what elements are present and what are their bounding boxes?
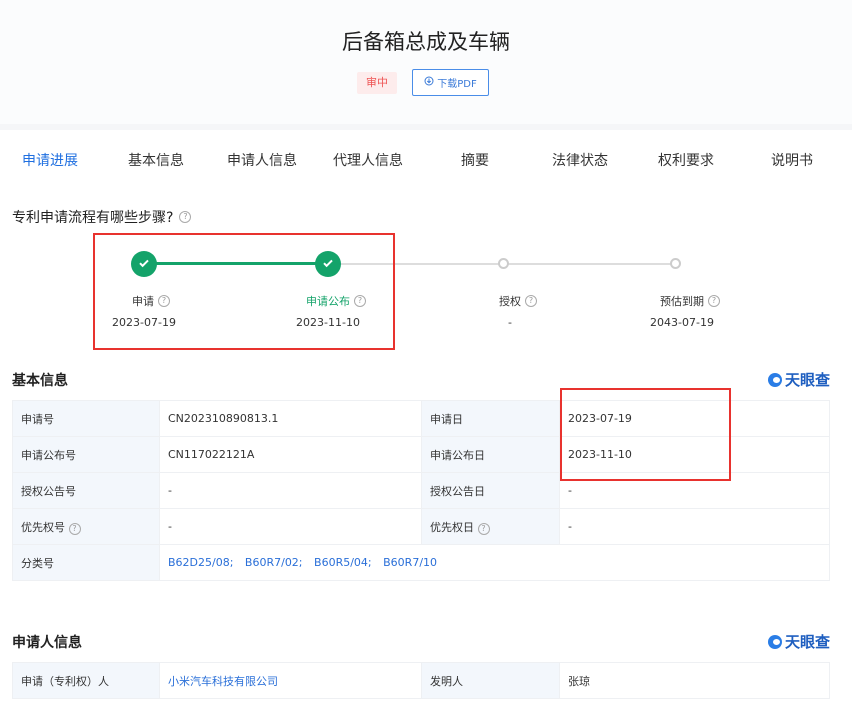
help-icon[interactable]: ? [477, 522, 490, 535]
step-label: 授权? [499, 293, 537, 309]
tab-agent-info[interactable]: 代理人信息 [333, 150, 403, 170]
tab-application-progress[interactable]: 申请进展 [22, 150, 78, 170]
main-panel: 申请进展 基本信息 申请人信息 代理人信息 摘要 法律状态 权利要求 说明书 专… [0, 130, 852, 706]
tianyancha-logo[interactable]: 天眼查 [767, 631, 830, 652]
tab-applicant-info[interactable]: 申请人信息 [227, 150, 297, 170]
field-label: 授权公告号 [12, 472, 160, 509]
field-label: 申请公布号 [12, 436, 160, 473]
tab-description[interactable]: 说明书 [771, 150, 813, 170]
step-date: - [508, 316, 512, 329]
field-label: 申请（专利权）人 [12, 662, 160, 699]
applicant-info-title: 申请人信息 [12, 635, 82, 651]
help-icon[interactable]: ? [708, 295, 720, 307]
header: 后备箱总成及车辆 审中 下载PDF [0, 0, 852, 124]
applicant-link[interactable]: 小米汽车科技有限公司 [159, 662, 422, 699]
step-date: 2043-07-19 [650, 316, 714, 329]
field-value: - [159, 472, 422, 509]
tab-bar: 申请进展 基本信息 申请人信息 代理人信息 摘要 法律状态 权利要求 说明书 [0, 130, 852, 188]
classification-link[interactable]: B60R7/02; [245, 556, 303, 569]
page-title: 后备箱总成及车辆 [342, 30, 510, 54]
progress-question: 专利申请流程有哪些步骤? ? [12, 207, 192, 227]
tab-legal-status[interactable]: 法律状态 [552, 150, 608, 170]
download-icon [424, 76, 434, 89]
field-label: 申请公布日 [421, 436, 560, 473]
step-label: 预估到期? [660, 293, 720, 309]
step-pending-marker [670, 258, 681, 269]
progress-question-text: 专利申请流程有哪些步骤? [12, 210, 174, 226]
field-value: 张琼 [559, 662, 830, 699]
table-row: 分类号 B62D25/08; B60R7/02; B60R5/04; B60R7… [12, 544, 830, 581]
field-value: CN202310890813.1 [159, 400, 422, 437]
table-row: 优先权号 ? - 优先权日 ? - [12, 508, 830, 545]
classification-list: B62D25/08; B60R7/02; B60R5/04; B60R7/10 [159, 544, 830, 581]
field-label: 分类号 [12, 544, 160, 581]
field-label: 优先权号 ? [12, 508, 160, 545]
field-value: CN117022121A [159, 436, 422, 473]
field-label: 发明人 [421, 662, 560, 699]
step-pending-marker [498, 258, 509, 269]
applicant-table: 申请（专利权）人 小米汽车科技有限公司 发明人 张琼 [12, 662, 830, 699]
tianyancha-icon [767, 372, 782, 387]
field-label: 申请号 [12, 400, 160, 437]
help-icon[interactable]: ? [68, 522, 81, 535]
tianyancha-logo[interactable]: 天眼查 [767, 369, 830, 390]
tab-claims[interactable]: 权利要求 [658, 150, 714, 170]
field-value: - [559, 508, 830, 545]
download-pdf-label: 下载PDF [437, 79, 477, 90]
field-label: 授权公告日 [421, 472, 560, 509]
download-pdf-button[interactable]: 下载PDF [412, 69, 489, 96]
field-value: - [159, 508, 422, 545]
tab-abstract[interactable]: 摘要 [461, 150, 489, 170]
tianyancha-icon [767, 634, 782, 649]
classification-link[interactable]: B62D25/08; [168, 556, 233, 569]
field-label: 申请日 [421, 400, 560, 437]
help-icon[interactable]: ? [179, 211, 192, 223]
tab-basic-info[interactable]: 基本信息 [128, 150, 184, 170]
field-label: 优先权日 ? [421, 508, 560, 545]
basic-info-title: 基本信息 [12, 373, 68, 389]
highlight-box [560, 388, 731, 481]
classification-link[interactable]: B60R7/10 [383, 556, 437, 569]
table-row: 申请（专利权）人 小米汽车科技有限公司 发明人 张琼 [12, 662, 830, 699]
help-icon[interactable]: ? [525, 295, 537, 307]
status-badge: 审中 [357, 72, 397, 94]
classification-link[interactable]: B60R5/04; [314, 556, 372, 569]
highlight-box [93, 233, 395, 350]
